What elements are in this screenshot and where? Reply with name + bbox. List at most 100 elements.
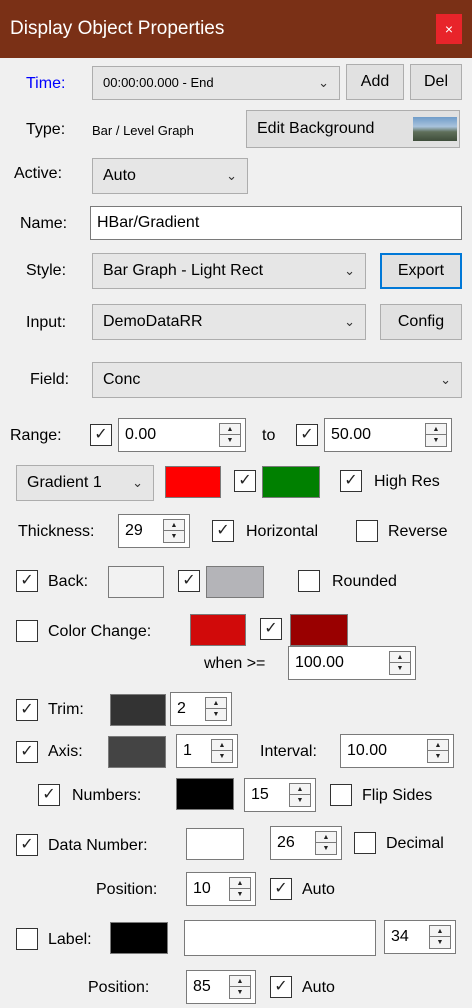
- name-label: Name:: [20, 215, 68, 232]
- back-checkbox[interactable]: ✓: [16, 570, 38, 592]
- horizontal-label: Horizontal: [246, 523, 319, 540]
- label-size-spin-buttons[interactable]: ▲ ▼: [429, 925, 451, 949]
- gradient-value: Gradient 1: [27, 474, 102, 491]
- label-position-spin-buttons[interactable]: ▲ ▼: [229, 975, 251, 999]
- when-spinbox[interactable]: 100.00 ▲ ▼: [288, 646, 416, 680]
- edit-background-label: Edit Background: [257, 120, 375, 137]
- when-spin-buttons[interactable]: ▲ ▼: [389, 651, 411, 675]
- label-position-label: Position:: [88, 979, 150, 996]
- data-number-position-spin-buttons[interactable]: ▲ ▼: [229, 877, 251, 901]
- edit-background-button[interactable]: Edit Background: [246, 110, 460, 148]
- time-select[interactable]: 00:00:00.000 - End ⌄: [92, 66, 340, 100]
- add-button[interactable]: Add: [346, 64, 404, 100]
- range-min-spin-buttons[interactable]: ▲ ▼: [219, 423, 241, 447]
- trim-label: Trim:: [48, 701, 84, 718]
- label-position-spinbox[interactable]: 85 ▲ ▼: [186, 970, 256, 1004]
- data-number-checkbox[interactable]: ✓: [16, 834, 38, 856]
- rounded-label: Rounded: [332, 573, 397, 590]
- range-max-spin-buttons[interactable]: ▲ ▼: [425, 423, 447, 447]
- horizontal-checkbox[interactable]: ✓: [212, 520, 234, 542]
- color-change-checkbox[interactable]: [16, 620, 38, 642]
- chevron-down-icon: ⌄: [318, 75, 329, 90]
- label-checkbox[interactable]: [16, 928, 38, 950]
- gradient-color1-swatch[interactable]: [165, 466, 221, 498]
- interval-spinbox[interactable]: 10.00 ▲ ▼: [340, 734, 454, 768]
- data-number-auto-label: Auto: [302, 881, 335, 898]
- range-label: Range:: [10, 427, 62, 444]
- thickness-spinbox[interactable]: 29 ▲ ▼: [118, 514, 190, 548]
- back-color2-checkbox[interactable]: ✓: [178, 570, 200, 592]
- decimal-label: Decimal: [386, 835, 444, 852]
- high-res-label: High Res: [374, 473, 440, 490]
- axis-spin-buttons[interactable]: ▲ ▼: [211, 739, 233, 763]
- type-label: Type:: [26, 121, 66, 138]
- active-select[interactable]: Auto ⌄: [92, 158, 248, 194]
- close-button[interactable]: ×: [436, 14, 462, 44]
- thickness-spin-buttons[interactable]: ▲ ▼: [163, 519, 185, 543]
- style-label: Style:: [26, 262, 67, 279]
- reverse-checkbox[interactable]: [356, 520, 378, 542]
- gradient-color2-checkbox[interactable]: ✓: [234, 470, 256, 492]
- back-color1-swatch[interactable]: [108, 566, 164, 598]
- data-number-position-value: 10: [193, 880, 211, 897]
- chevron-down-icon: ⌄: [132, 475, 143, 490]
- trim-spin-buttons[interactable]: ▲ ▼: [205, 697, 227, 721]
- label-color-swatch[interactable]: [110, 922, 168, 954]
- decimal-checkbox[interactable]: [354, 832, 376, 854]
- color-change-color1-swatch[interactable]: [190, 614, 246, 646]
- trim-value: 2: [177, 700, 186, 717]
- back-color2-swatch[interactable]: [206, 566, 264, 598]
- trim-color-swatch[interactable]: [110, 694, 166, 726]
- axis-checkbox[interactable]: ✓: [16, 741, 38, 763]
- range-min-checkbox[interactable]: ✓: [90, 424, 112, 446]
- rounded-checkbox[interactable]: [298, 570, 320, 592]
- numbers-checkbox[interactable]: ✓: [38, 784, 60, 806]
- config-button[interactable]: Config: [380, 304, 462, 340]
- back-label: Back:: [48, 573, 89, 590]
- data-number-position-spinbox[interactable]: 10 ▲ ▼: [186, 872, 256, 906]
- style-select[interactable]: Bar Graph - Light Rect ⌄: [92, 253, 366, 289]
- active-label: Active:: [14, 165, 63, 182]
- label-size-spinbox[interactable]: 34 ▲ ▼: [384, 920, 456, 954]
- color-change-color2-swatch[interactable]: [290, 614, 348, 646]
- label-text-input[interactable]: [184, 920, 376, 956]
- interval-spin-buttons[interactable]: ▲ ▼: [427, 739, 449, 763]
- when-value: 100.00: [295, 654, 344, 671]
- axis-color-swatch[interactable]: [108, 736, 166, 768]
- numbers-value: 15: [251, 786, 269, 803]
- input-label: Input:: [26, 314, 67, 331]
- trim-checkbox[interactable]: ✓: [16, 699, 38, 721]
- field-select[interactable]: Conc ⌄: [92, 362, 462, 398]
- input-select[interactable]: DemoDataRR ⌄: [92, 304, 366, 340]
- color-change-color2-checkbox[interactable]: ✓: [260, 618, 282, 640]
- flip-sides-checkbox[interactable]: [330, 784, 352, 806]
- numbers-color-swatch[interactable]: [176, 778, 234, 810]
- style-value: Bar Graph - Light Rect: [103, 262, 264, 279]
- label-auto-checkbox[interactable]: ✓: [270, 976, 292, 998]
- data-number-label: Data Number:: [48, 837, 148, 854]
- range-max-checkbox[interactable]: ✓: [296, 424, 318, 446]
- time-value: 00:00:00.000 - End: [103, 75, 214, 90]
- range-max-spinbox[interactable]: 50.00 ▲ ▼: [324, 418, 452, 452]
- name-input[interactable]: HBar/Gradient: [90, 206, 462, 240]
- range-min-spinbox[interactable]: 0.00 ▲ ▼: [118, 418, 246, 452]
- axis-value: 1: [183, 742, 192, 759]
- gradient-select[interactable]: Gradient 1 ⌄: [16, 465, 154, 501]
- background-thumbnail: [413, 117, 457, 141]
- trim-spinbox[interactable]: 2 ▲ ▼: [170, 692, 232, 726]
- del-button[interactable]: Del: [410, 64, 462, 100]
- high-res-checkbox[interactable]: ✓: [340, 470, 362, 492]
- chevron-down-icon: ⌄: [344, 314, 355, 329]
- data-number-color-swatch[interactable]: [186, 828, 244, 860]
- numbers-spin-buttons[interactable]: ▲ ▼: [289, 783, 311, 807]
- reverse-label: Reverse: [388, 523, 448, 540]
- color-change-label: Color Change:: [48, 623, 152, 640]
- data-number-spinbox[interactable]: 26 ▲ ▼: [270, 826, 342, 860]
- data-number-auto-checkbox[interactable]: ✓: [270, 878, 292, 900]
- axis-spinbox[interactable]: 1 ▲ ▼: [176, 734, 238, 768]
- data-number-spin-buttons[interactable]: ▲ ▼: [315, 831, 337, 855]
- numbers-spinbox[interactable]: 15 ▲ ▼: [244, 778, 316, 812]
- export-button[interactable]: Export: [380, 253, 462, 289]
- thickness-label: Thickness:: [18, 523, 95, 540]
- gradient-color2-swatch[interactable]: [262, 466, 320, 498]
